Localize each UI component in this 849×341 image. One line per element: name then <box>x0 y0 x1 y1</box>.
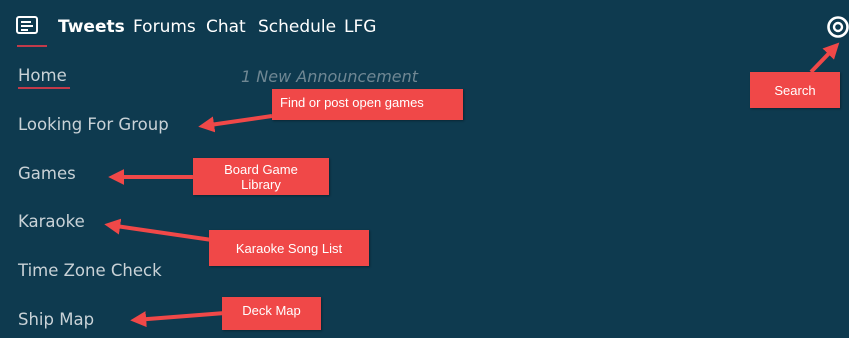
announcement-notice[interactable]: 1 New Announcement <box>241 67 418 86</box>
callout-karaoke: Karaoke Song List <box>209 230 369 266</box>
message-board-icon[interactable] <box>16 16 38 34</box>
menu-item-games[interactable]: Games <box>18 164 76 183</box>
tab-schedule[interactable]: Schedule <box>258 17 336 37</box>
app-screen: Tweets Forums Chat Schedule LFG Home 1 N… <box>0 0 849 338</box>
menu-item-ship-map[interactable]: Ship Map <box>18 310 94 329</box>
menu-item-time-zone-check[interactable]: Time Zone Check <box>18 261 162 280</box>
menu-item-karaoke[interactable]: Karaoke <box>18 212 85 231</box>
active-tab-indicator <box>17 45 47 47</box>
menu-item-home[interactable]: Home <box>18 66 67 85</box>
callout-lfg: Find or post open games <box>272 89 463 120</box>
tab-chat[interactable]: Chat <box>206 17 246 37</box>
callout-games: Board Game Library <box>193 158 329 195</box>
callout-games-line-2: Library <box>241 176 281 192</box>
search-icon[interactable] <box>826 14 849 40</box>
menu-item-looking-for-group[interactable]: Looking For Group <box>18 115 169 134</box>
tab-forums[interactable]: Forums <box>133 17 196 37</box>
tab-lfg[interactable]: LFG <box>344 17 376 37</box>
home-active-indicator <box>18 87 70 89</box>
callout-deck-map: Deck Map <box>222 297 321 330</box>
tab-tweets[interactable]: Tweets <box>58 17 125 37</box>
top-navigation: Tweets Forums Chat Schedule LFG <box>0 0 849 50</box>
callout-search: Search <box>750 72 840 108</box>
callout-games-line-1: Board Game <box>224 161 298 177</box>
